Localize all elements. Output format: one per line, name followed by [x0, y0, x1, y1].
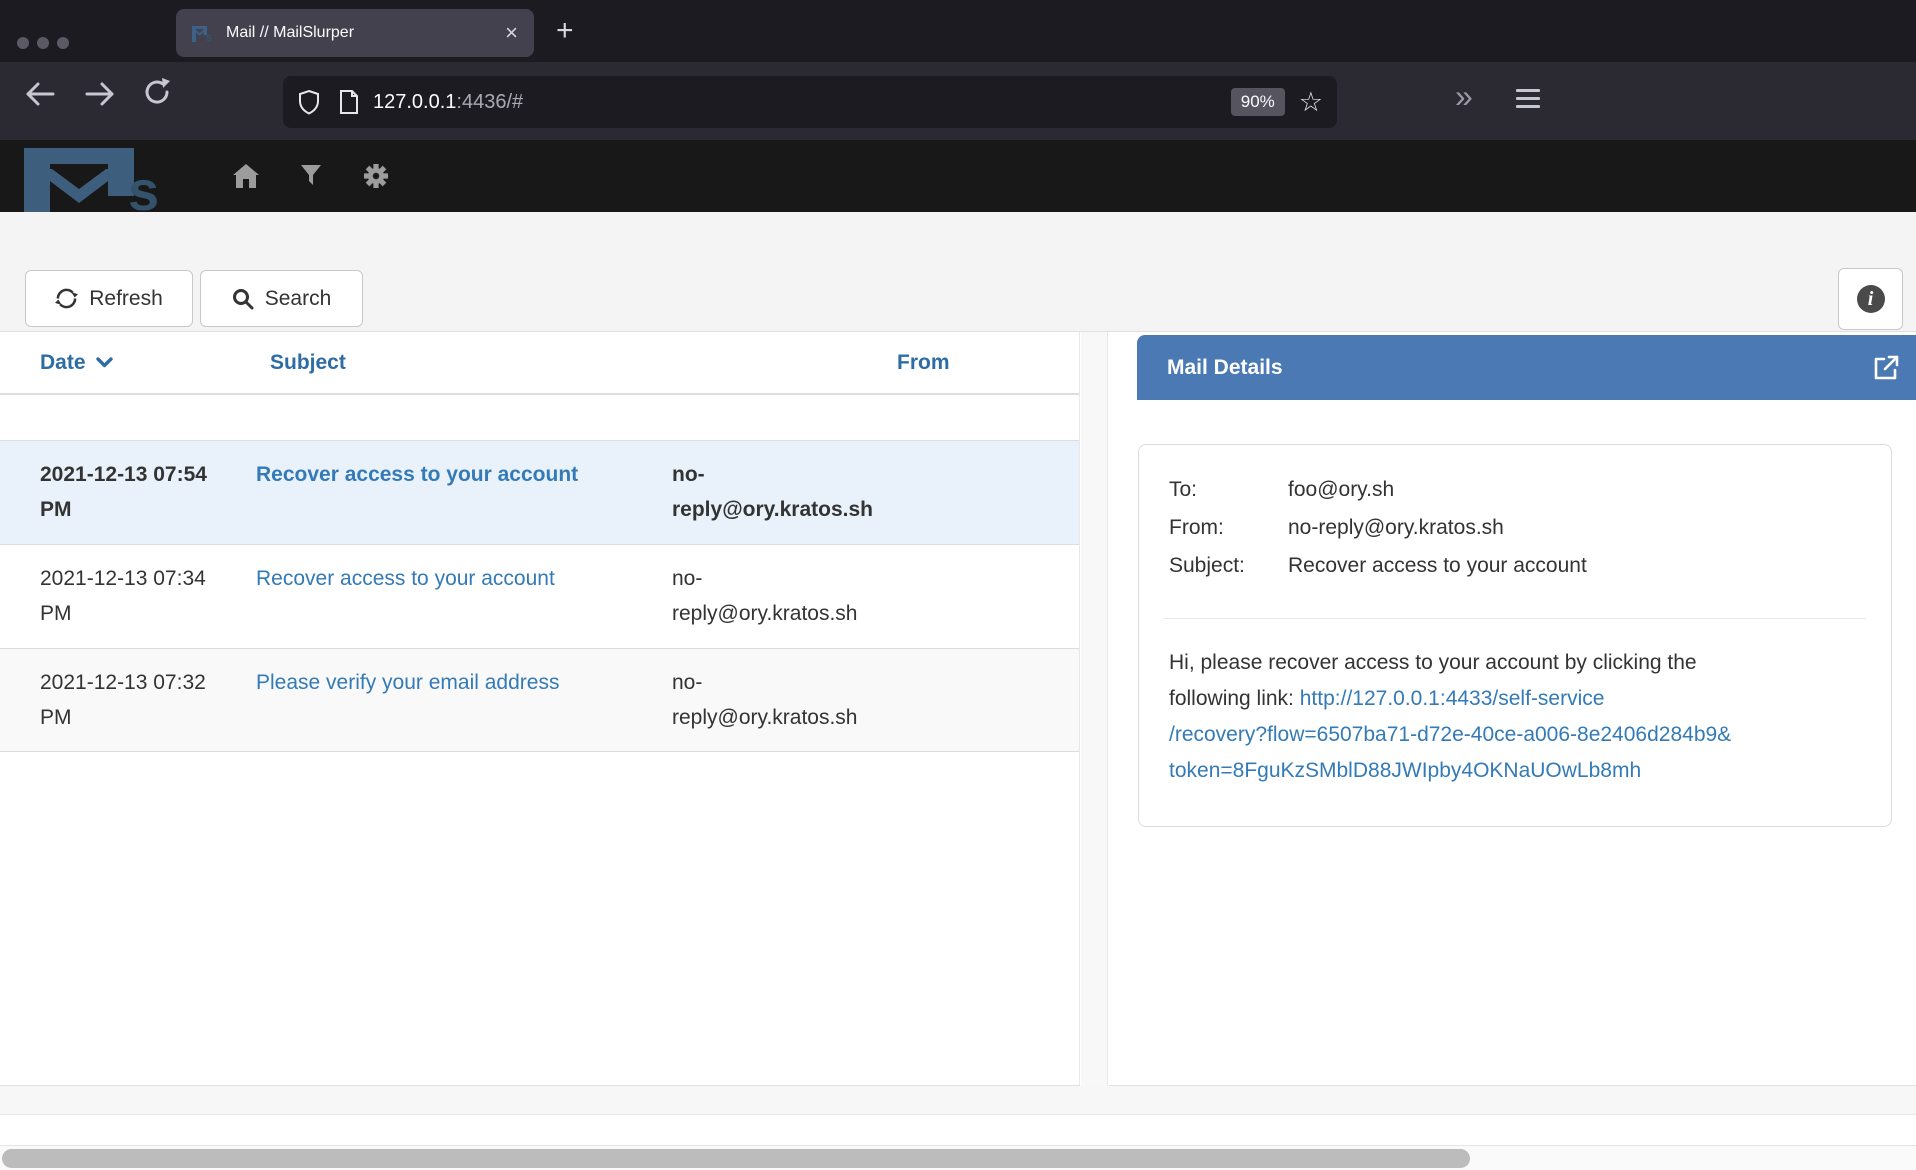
mail-body-text: Hi, please recover access to your accoun… [1169, 645, 1827, 681]
reload-icon[interactable] [142, 77, 172, 107]
search-button[interactable]: Search [200, 270, 363, 327]
mail-row-date: 2021-12-13 07:32 PM [0, 649, 245, 751]
forward-icon[interactable] [82, 80, 118, 108]
home-icon[interactable] [233, 164, 259, 188]
window-controls [17, 37, 69, 49]
browser-tab[interactable]: s Mail // MailSlurper × [176, 9, 534, 57]
toolbar-overflow-icon[interactable]: » [1455, 78, 1473, 115]
svg-text:s: s [206, 30, 213, 42]
footer-band-white [0, 1115, 1916, 1145]
mail-row-from: no-reply@ory.kratos.sh [660, 545, 1079, 648]
mail-row-date: 2021-12-13 07:34 PM [0, 545, 245, 648]
refresh-button[interactable]: Refresh [25, 270, 193, 327]
list-spacer [0, 395, 1079, 440]
action-toolbar: Refresh Search i [0, 212, 1916, 332]
tab-close-icon[interactable]: × [505, 22, 518, 44]
mail-row[interactable]: 2021-12-13 07:34 PM Recover access to yo… [0, 544, 1079, 648]
mail-list-header: Date Subject From [0, 332, 1079, 395]
mail-body-text: following link: [1169, 687, 1294, 710]
url-path: :4436/# [456, 91, 523, 113]
mail-details-title: Mail Details [1167, 356, 1283, 380]
horizontal-scrollbar[interactable] [0, 1145, 1916, 1170]
refresh-icon [55, 287, 78, 310]
browser-toolbar: 127.0.0.1:4436/# 90% ☆ » [0, 62, 1916, 140]
mail-row[interactable]: 2021-12-13 07:32 PM Please verify your e… [0, 648, 1079, 752]
footer-band [0, 1086, 1916, 1115]
mail-subject-link[interactable]: Recover access to your account [256, 567, 555, 590]
url-host: 127.0.0.1 [373, 91, 456, 113]
mail-meta: To: foo@ory.sh From: no-reply@ory.kratos… [1139, 445, 1891, 585]
mail-row-from: no-reply@ory.kratos.sh [660, 441, 1079, 544]
subject-value: Recover access to your account [1288, 547, 1861, 585]
horizontal-scrollbar-thumb[interactable] [2, 1149, 1470, 1168]
from-label: From: [1169, 509, 1288, 547]
menu-hamburger-icon[interactable] [1516, 89, 1540, 113]
to-label: To: [1169, 471, 1288, 509]
to-value: foo@ory.sh [1288, 471, 1861, 509]
search-label: Search [265, 287, 332, 311]
column-header-date[interactable]: Date [0, 351, 245, 375]
window-dot-icon [57, 37, 69, 49]
url-bar[interactable]: 127.0.0.1:4436/# 90% ☆ [283, 76, 1337, 128]
column-header-from[interactable]: From [660, 351, 1079, 375]
mail-row[interactable]: 2021-12-13 07:54 PM Recover access to yo… [0, 440, 1079, 544]
subject-label: Subject: [1169, 547, 1288, 585]
sort-descending-icon [96, 357, 113, 368]
browser-tab-bar: s Mail // MailSlurper × + [0, 0, 1916, 62]
window-dot-icon [37, 37, 49, 49]
mailslurper-logo: s [24, 140, 184, 212]
shield-icon[interactable] [297, 89, 321, 115]
open-in-new-window-icon[interactable] [1872, 354, 1900, 382]
mail-body: Hi, please recover access to your accoun… [1139, 645, 1891, 789]
mail-list-panel: Date Subject From 2021-12-13 07:54 PM Re… [0, 332, 1080, 1086]
main-content: Date Subject From 2021-12-13 07:54 PM Re… [0, 332, 1916, 1086]
zoom-level-badge[interactable]: 90% [1231, 88, 1285, 116]
mail-details-panel: Mail Details To: foo@ory.sh From: no-rep… [1109, 332, 1916, 1086]
mail-details-card: To: foo@ory.sh From: no-reply@ory.kratos… [1138, 444, 1892, 827]
refresh-label: Refresh [89, 287, 163, 311]
mail-subject-link[interactable]: Recover access to your account [256, 463, 578, 486]
mail-details-header: Mail Details [1137, 335, 1916, 400]
new-tab-button[interactable]: + [556, 14, 574, 48]
svg-text:s: s [128, 159, 159, 212]
tab-favicon-mailslurper-icon: s [192, 24, 214, 42]
tab-title: Mail // MailSlurper [226, 24, 505, 42]
column-header-subject[interactable]: Subject [245, 351, 660, 375]
from-value: no-reply@ory.kratos.sh [1288, 509, 1861, 547]
mail-row-from: no-reply@ory.kratos.sh [660, 649, 1079, 751]
panel-divider [1081, 332, 1108, 1086]
mailslurper-navbar: s [0, 140, 1916, 212]
mail-subject-link[interactable]: Please verify your email address [256, 671, 559, 694]
bookmark-star-icon[interactable]: ☆ [1299, 89, 1323, 116]
mail-row-date: 2021-12-13 07:54 PM [0, 441, 245, 544]
window-dot-icon [17, 37, 29, 49]
info-button[interactable]: i [1838, 268, 1903, 330]
url-text[interactable]: 127.0.0.1:4436/# [373, 91, 1231, 114]
meta-body-divider [1164, 618, 1866, 619]
filter-icon[interactable] [301, 165, 321, 187]
search-icon [232, 288, 254, 310]
back-icon[interactable] [22, 80, 58, 108]
info-circle-icon: i [1857, 285, 1885, 313]
page-info-icon[interactable] [339, 89, 359, 115]
settings-gear-icon[interactable] [363, 163, 389, 189]
